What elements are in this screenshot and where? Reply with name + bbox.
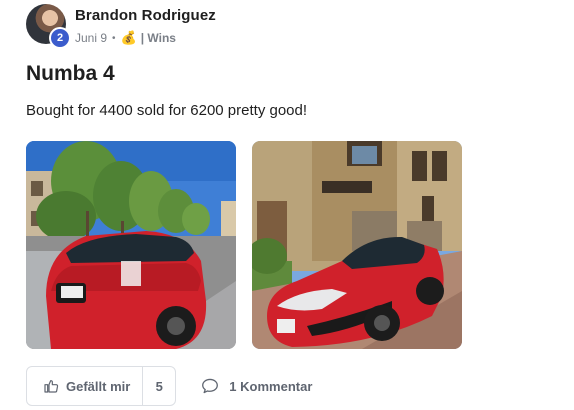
post-subline: Juni 9 • 💰 | Wins [75,30,216,46]
post-date[interactable]: Juni 9 [75,31,107,45]
comment-button[interactable]: 1 Kommentar [201,378,312,394]
car-front-photo [252,141,462,349]
level-badge: 2 [49,27,71,49]
author-name[interactable]: Brandon Rodriguez [75,7,216,24]
thumbs-up-icon [44,380,59,393]
car-rear-photo [26,141,236,349]
like-count[interactable]: 5 [143,367,175,405]
post-actions: Gefällt mir 5 1 Kommentar [26,366,312,406]
post-photo-1[interactable] [26,141,236,349]
like-label: Gefällt mir [66,378,131,394]
separator-dot: • [112,32,116,44]
post-header: 2 Brandon Rodriguez Juni 9 • 💰 | Wins [26,4,216,49]
comment-label: 1 Kommentar [229,378,313,394]
post-title: Numba 4 [26,62,115,85]
post-body: Bought for 4400 sold for 6200 pretty goo… [26,102,308,119]
post-photo-2[interactable] [252,141,462,349]
comment-bubble-icon [202,378,219,394]
category-label[interactable]: | Wins [141,31,176,45]
money-bag-icon: 💰 [120,30,137,45]
avatar-container[interactable]: 2 [26,4,71,49]
like-button[interactable]: Gefällt mir [27,367,144,405]
post-meta: Brandon Rodriguez Juni 9 • 💰 | Wins [75,4,216,46]
like-group: Gefällt mir 5 [26,366,177,406]
